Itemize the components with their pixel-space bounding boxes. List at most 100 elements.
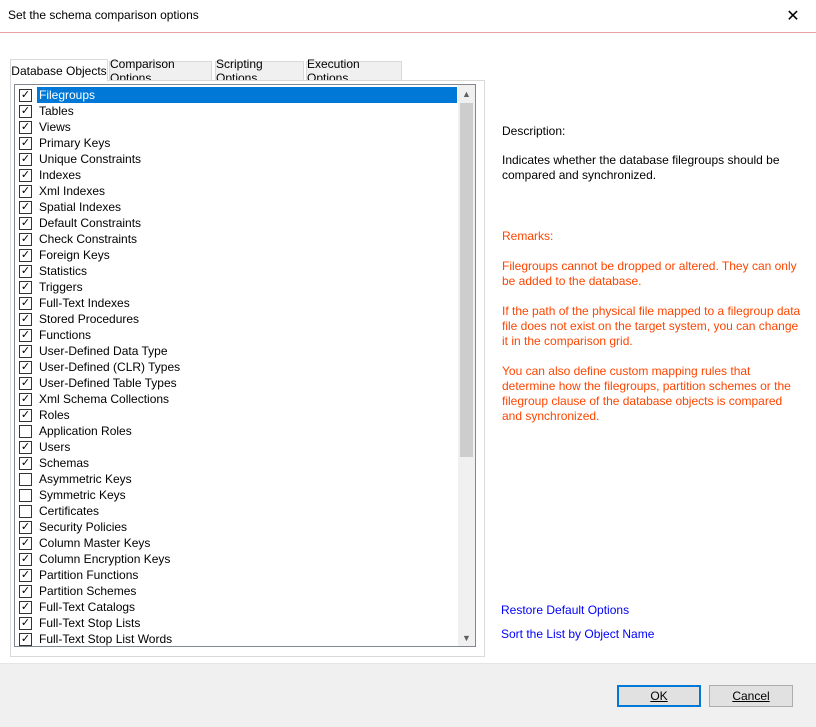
checkbox-checked-icon[interactable]: ✓	[19, 248, 32, 262]
checkbox-checked-icon[interactable]: ✓	[19, 104, 32, 118]
list-item[interactable]: ✓ Stored Procedures	[17, 311, 459, 327]
list-item[interactable]: ✓ Schemas	[17, 455, 459, 471]
list-item-label: Column Encryption Keys	[39, 552, 171, 566]
tab-execution-options[interactable]: Execution Options	[306, 57, 402, 85]
vertical-scrollbar[interactable]: ▲ ▼	[458, 85, 475, 646]
list-item[interactable]: ✓ Tables	[17, 103, 459, 119]
list-item[interactable]: ✓ Full-Text Catalogs	[17, 599, 459, 615]
list-item-label: Functions	[39, 328, 92, 342]
list-item[interactable]: ✓ Partition Functions	[17, 567, 459, 583]
list-item[interactable]: ✓ Statistics	[17, 263, 459, 279]
checkbox-checked-icon[interactable]: ✓	[19, 88, 32, 102]
list-item[interactable]: ✓ Partition Schemes	[17, 583, 459, 599]
scroll-up-icon[interactable]: ▲	[458, 85, 475, 102]
list-item[interactable]: ✓ User-Defined Data Type	[17, 343, 459, 359]
list-item[interactable]: ✓ Unique Constraints	[17, 151, 459, 167]
checkbox-checked-icon[interactable]: ✓	[19, 392, 32, 406]
list-item[interactable]: ✓ Full-Text Stop List Words	[17, 631, 459, 646]
list-item[interactable]: ✓ Full-Text Stop Lists	[17, 615, 459, 631]
list-item[interactable]: ✓ Spatial Indexes	[17, 199, 459, 215]
checkbox-checked-icon[interactable]: ✓	[19, 600, 32, 614]
list-item-label: Foreign Keys	[39, 248, 110, 262]
list-item[interactable]: ✓ User-Defined Table Types	[17, 375, 459, 391]
restore-default-options-link[interactable]: Restore Default Options	[501, 603, 629, 617]
list-item-label: Xml Indexes	[39, 184, 106, 198]
list-item[interactable]: ✓ Filegroups	[17, 87, 459, 103]
checkbox-checked-icon[interactable]: ✓	[19, 360, 32, 374]
list-item[interactable]: ✓ Users	[17, 439, 459, 455]
checkbox-checked-icon[interactable]: ✓	[19, 568, 32, 582]
checkbox-checked-icon[interactable]: ✓	[19, 632, 32, 646]
list-item[interactable]: ✓ Xml Schema Collections	[17, 391, 459, 407]
checkbox-checked-icon[interactable]: ✓	[19, 296, 32, 310]
list-item-label: Certificates	[39, 504, 100, 518]
list-item[interactable]: ✓ Triggers	[17, 279, 459, 295]
checkbox-checked-icon[interactable]: ✓	[19, 440, 32, 454]
remark-text: You can also define custom mapping rules…	[502, 364, 791, 423]
checkbox-checked-icon[interactable]: ✓	[19, 456, 32, 470]
checkbox-checked-icon[interactable]: ✓	[19, 616, 32, 630]
checkbox-unchecked-icon[interactable]	[19, 488, 32, 502]
list-item-label: Users	[39, 440, 71, 454]
remarks-label: Remarks:	[502, 229, 554, 243]
list-item[interactable]: ✓ Indexes	[17, 167, 459, 183]
list-item[interactable]: ✓ Primary Keys	[17, 135, 459, 151]
list-item[interactable]: ✓ Functions	[17, 327, 459, 343]
checkbox-unchecked-icon[interactable]	[19, 424, 32, 438]
list-item[interactable]: ✓ Column Encryption Keys	[17, 551, 459, 567]
scroll-thumb[interactable]	[460, 103, 473, 457]
checkbox-checked-icon[interactable]: ✓	[19, 120, 32, 134]
checkbox-checked-icon[interactable]: ✓	[19, 232, 32, 246]
list-item-label: Triggers	[39, 280, 83, 294]
list-item[interactable]: ✓ User-Defined (CLR) Types	[17, 359, 459, 375]
checkbox-checked-icon[interactable]: ✓	[19, 376, 32, 390]
checkbox-checked-icon[interactable]: ✓	[19, 344, 32, 358]
list-item[interactable]: Certificates	[17, 503, 459, 519]
ok-button[interactable]: OK	[617, 685, 701, 707]
checkbox-unchecked-icon[interactable]	[19, 504, 32, 518]
checkbox-checked-icon[interactable]: ✓	[19, 184, 32, 198]
list-item[interactable]: ✓ Xml Indexes	[17, 183, 459, 199]
list-item[interactable]: Application Roles	[17, 423, 459, 439]
object-type-list[interactable]: ✓ Full-Text Stop List Words ✓ Full-Text Sto…	[14, 84, 476, 647]
checkbox-checked-icon[interactable]: ✓	[19, 584, 32, 598]
checkbox-checked-icon[interactable]: ✓	[19, 280, 32, 294]
checkbox-checked-icon[interactable]: ✓	[19, 520, 32, 534]
close-icon: ✕	[786, 8, 800, 25]
list-item[interactable]: ✓ Security Policies	[17, 519, 459, 535]
tab-scripting-options[interactable]: Scripting Options	[215, 57, 304, 85]
remark-text: If the path of the physical file mapped …	[502, 304, 801, 348]
checkbox-checked-icon[interactable]: ✓	[19, 328, 32, 342]
sort-list-link[interactable]: Sort the List by Object Name	[501, 627, 654, 641]
checkbox-checked-icon[interactable]: ✓	[19, 552, 32, 566]
list-item[interactable]: ✓ Foreign Keys	[17, 247, 459, 263]
list-item[interactable]: Asymmetric Keys	[17, 471, 459, 487]
list-item[interactable]: ✓ Roles	[17, 407, 459, 423]
list-item[interactable]: ✓ Check Constraints	[17, 231, 459, 247]
checkbox-checked-icon[interactable]: ✓	[19, 536, 32, 550]
checkbox-unchecked-icon[interactable]	[19, 472, 32, 486]
checkbox-checked-icon[interactable]: ✓	[19, 152, 32, 166]
list-item-label: Unique Constraints	[39, 152, 142, 166]
checkbox-checked-icon[interactable]: ✓	[19, 408, 32, 422]
list-item[interactable]: ✓ Default Constraints	[17, 215, 459, 231]
list-item-label: Full-Text Stop List Words	[39, 632, 173, 646]
tab-comparison-options[interactable]: Comparison Options	[109, 57, 212, 85]
list-item[interactable]: ✓ Column Master Keys	[17, 535, 459, 551]
list-item-label: Full-Text Indexes	[39, 296, 130, 310]
title-bar: Set the schema comparison options ✕	[0, 0, 816, 33]
checkbox-checked-icon[interactable]: ✓	[19, 200, 32, 214]
list-item[interactable]: Symmetric Keys	[17, 487, 459, 503]
checkbox-checked-icon[interactable]: ✓	[19, 264, 32, 278]
tab-database-objects[interactable]: Database Objects	[10, 59, 108, 81]
checkbox-checked-icon[interactable]: ✓	[19, 216, 32, 230]
checkbox-checked-icon[interactable]: ✓	[19, 136, 32, 150]
list-item[interactable]: ✓ Views	[17, 119, 459, 135]
checkbox-checked-icon[interactable]: ✓	[19, 168, 32, 182]
cancel-button[interactable]: Cancel	[709, 685, 793, 707]
list-item[interactable]: ✓ Full-Text Indexes	[17, 295, 459, 311]
list-item-label: Schemas	[39, 456, 90, 470]
close-button[interactable]: ✕	[770, 0, 816, 32]
scroll-down-icon[interactable]: ▼	[458, 629, 475, 646]
checkbox-checked-icon[interactable]: ✓	[19, 312, 32, 326]
